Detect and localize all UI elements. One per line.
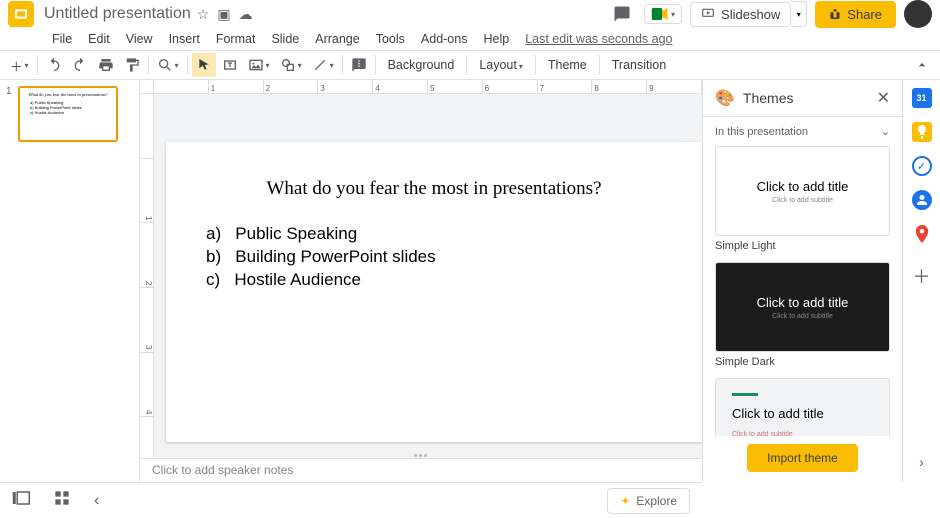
menu-view[interactable]: View [118, 30, 161, 48]
star-icon[interactable]: ☆ [197, 6, 210, 23]
menu-file[interactable]: File [44, 30, 80, 48]
print-button[interactable] [94, 53, 118, 77]
menu-bar: File Edit View Insert Format Slide Arran… [0, 28, 940, 50]
menu-slide[interactable]: Slide [263, 30, 307, 48]
slide-body[interactable]: a) Public Speaking b) Building PowerPoin… [196, 224, 672, 290]
tasks-icon[interactable]: ✓ [912, 156, 932, 176]
transition-button[interactable]: Transition [604, 56, 674, 74]
palette-icon: 🎨 [715, 88, 735, 108]
theme-simple-dark[interactable]: Click to add title Click to add subtitle [715, 262, 890, 352]
comment-tool[interactable] [347, 53, 371, 77]
select-tool[interactable] [192, 53, 216, 77]
redo-button[interactable] [68, 53, 92, 77]
expand-rail-icon[interactable]: › [912, 452, 932, 472]
addons-icon[interactable]: ＋ [912, 266, 932, 286]
chevron-down-icon: ⌄ [881, 125, 890, 138]
ruler-corner [140, 80, 154, 94]
import-theme-button[interactable]: Import theme [747, 444, 858, 472]
menu-help[interactable]: Help [475, 30, 517, 48]
meet-button[interactable]: ▾ [644, 4, 682, 24]
explore-icon: ✦ [620, 494, 630, 508]
share-button[interactable]: Share [815, 1, 896, 28]
menu-arrange[interactable]: Arrange [307, 30, 367, 48]
menu-format[interactable]: Format [208, 30, 264, 48]
themes-title: Themes [743, 90, 794, 106]
ruler-horizontal: 123456789 [154, 80, 702, 94]
grid-view-icon[interactable] [54, 490, 70, 511]
menu-insert[interactable]: Insert [161, 30, 208, 48]
zoom-button[interactable]: ▾ [153, 53, 183, 77]
layout-button[interactable]: Layout [471, 56, 531, 74]
speaker-notes[interactable]: Click to add speaker notes [140, 458, 702, 482]
textbox-tool[interactable] [218, 53, 242, 77]
slideshow-button[interactable]: Slideshow [690, 2, 791, 27]
move-icon[interactable]: ▣ [217, 6, 230, 23]
themes-subheader[interactable]: In this presentation ⌄ [703, 117, 902, 146]
new-slide-button[interactable]: ＋▾ [6, 53, 33, 77]
filmstrip: 1 What do you fear the most in presentat… [0, 80, 140, 482]
calendar-icon[interactable]: 31 [912, 88, 932, 108]
slide-canvas[interactable]: What do you fear the most in presentatio… [166, 142, 702, 442]
theme-name-light: Simple Light [715, 240, 890, 252]
cloud-icon[interactable]: ☁ [239, 6, 253, 23]
contacts-icon[interactable] [912, 190, 932, 210]
collapse-toolbar-button[interactable] [910, 53, 934, 77]
menu-edit[interactable]: Edit [80, 30, 118, 48]
last-edit-link[interactable]: Last edit was seconds ago [525, 32, 672, 46]
filmstrip-view-icon[interactable] [12, 491, 30, 510]
theme-simple-light[interactable]: Click to add title Click to add subtitle [715, 146, 890, 236]
maps-icon[interactable] [912, 224, 932, 244]
image-tool[interactable]: ▾ [244, 53, 274, 77]
theme-name-dark: Simple Dark [715, 356, 890, 368]
slideshow-dropdown[interactable]: ▾ [791, 1, 807, 27]
theme-button[interactable]: Theme [540, 56, 595, 74]
canvas-area[interactable]: 123456789 12345 What do you fear the mos… [140, 80, 702, 482]
keep-icon[interactable] [912, 122, 932, 142]
shape-tool[interactable]: ▾ [276, 53, 306, 77]
ruler-vertical: 12345 [140, 94, 154, 482]
themes-panel: 🎨 Themes ✕ In this presentation ⌄ Click … [702, 80, 902, 482]
undo-button[interactable] [42, 53, 66, 77]
slide-title[interactable]: What do you fear the most in presentatio… [196, 178, 672, 200]
line-tool[interactable]: ▾ [308, 53, 338, 77]
slide-thumbnail[interactable]: What do you fear the most in presentatio… [18, 86, 118, 142]
side-rail: 31 ✓ ＋ › [902, 80, 940, 482]
app-logo[interactable] [8, 1, 34, 27]
bottom-bar: ‹ ✦ Explore [0, 482, 702, 518]
account-avatar[interactable] [904, 0, 932, 28]
explore-button[interactable]: ✦ Explore [607, 488, 690, 514]
doc-title[interactable]: Untitled presentation [40, 5, 191, 23]
close-icon[interactable]: ✕ [877, 88, 890, 108]
paint-format-button[interactable] [120, 53, 144, 77]
theme-streamline[interactable]: Click to add title Click to add subtitle [715, 378, 890, 436]
menu-addons[interactable]: Add-ons [413, 30, 476, 48]
comments-icon[interactable] [608, 0, 636, 28]
menu-tools[interactable]: Tools [368, 30, 413, 48]
thumb-number: 1 [6, 86, 14, 142]
background-button[interactable]: Background [380, 56, 463, 74]
collapse-filmstrip-icon[interactable]: ‹ [94, 492, 99, 510]
toolbar: ＋▾ ▾ ▾ ▾ ▾ Background Layout Theme Trans… [0, 50, 940, 80]
